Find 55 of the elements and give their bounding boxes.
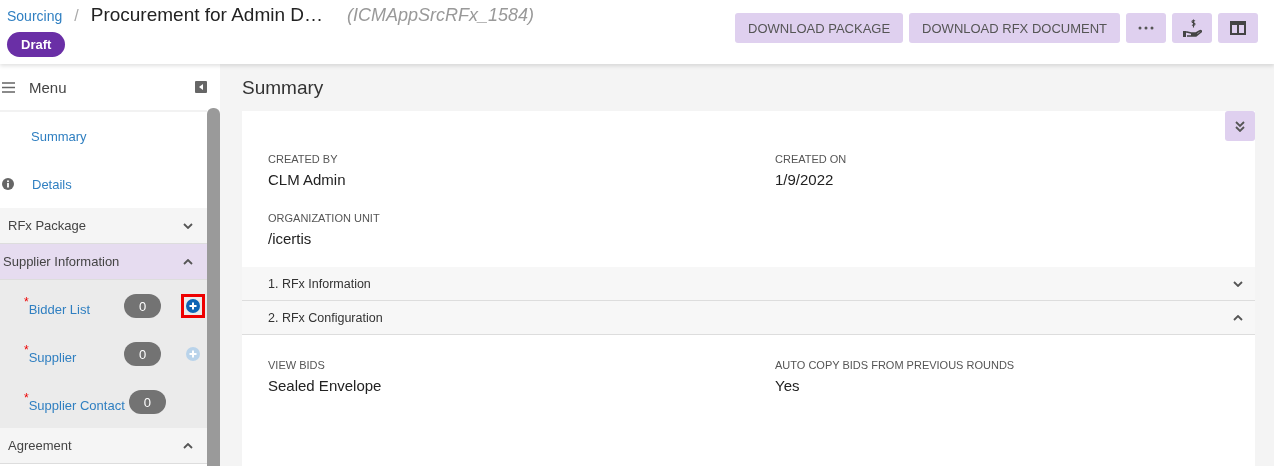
section-label: RFx Package (8, 218, 87, 233)
count-badge: 0 (128, 390, 166, 414)
field-label: ORGANIZATION UNIT (268, 212, 381, 224)
section-label: Agreement (8, 438, 72, 453)
hand-dollar-icon (1182, 19, 1202, 37)
status-badge: Draft (7, 32, 66, 57)
columns-button[interactable] (1218, 13, 1258, 43)
record-id: (ICMAppSrcRFx_1584) (347, 5, 535, 26)
field-label: AUTO COPY BIDS FROM PREVIOUS ROUNDS (775, 359, 1016, 371)
expand-all-button[interactable] (1225, 111, 1255, 141)
field-value: CLM Admin (268, 171, 347, 188)
menu-section[interactable]: RFx Package (0, 208, 207, 244)
breadcrumb-link[interactable]: Sourcing (7, 8, 63, 24)
menu-section[interactable]: Agreement (0, 428, 207, 464)
chevron-up-icon[interactable] (183, 258, 193, 265)
chevron-up-icon[interactable] (183, 442, 193, 449)
accordion-label: 2. RFx Configuration (268, 310, 383, 325)
more-icon (1138, 26, 1154, 30)
collapse-icon[interactable] (195, 81, 207, 93)
required-mark: * (24, 391, 29, 404)
count-badge: 0 (124, 294, 161, 318)
hand-dollar-button[interactable] (1172, 13, 1212, 43)
field-label: CREATED BY (268, 153, 339, 165)
accordion-header[interactable]: 2. RFx Configuration (242, 301, 1255, 335)
field-value: /icertis (268, 230, 313, 247)
required-mark: * (24, 343, 29, 356)
section-label: Supplier Information (3, 254, 120, 269)
chevron-down-icon[interactable] (1233, 280, 1243, 287)
action-button[interactable]: DOWNLOAD RFX DOCUMENT (909, 13, 1120, 43)
chevron-up-icon[interactable] (1233, 314, 1243, 321)
page-title: Procurement for Admin D… (90, 4, 324, 26)
field-value: 1/9/2022 (775, 171, 835, 188)
menu-icon[interactable] (2, 81, 15, 93)
count-badge: 0 (124, 342, 161, 366)
field-value: Yes (775, 377, 801, 394)
action-button[interactable]: DOWNLOAD PACKAGE (735, 13, 904, 43)
accordion-label: 1. RFx Information (268, 276, 371, 291)
section-title: Summary (242, 77, 325, 99)
field-label: CREATED ON (775, 153, 848, 165)
nav-link[interactable]: Details (32, 176, 72, 192)
menu-section[interactable]: Supplier Information (0, 244, 207, 280)
accordion-header[interactable]: 1. RFx Information (242, 267, 1255, 301)
menu-link[interactable]: Supplier Contact (28, 391, 125, 413)
scrollbar-thumb[interactable] (207, 108, 220, 466)
field-value: Sealed Envelope (268, 377, 383, 394)
menu-link[interactable]: Bidder List (28, 295, 91, 317)
breadcrumb-separator: / (74, 7, 79, 25)
double-chevron-icon (1235, 120, 1245, 132)
columns-icon (1230, 21, 1246, 35)
chevron-down-icon[interactable] (183, 222, 193, 229)
field-label: VIEW BIDS (268, 359, 326, 371)
menu-title: Menu (29, 78, 68, 96)
required-mark: * (24, 295, 29, 308)
nav-link[interactable]: Summary (31, 128, 87, 144)
add-icon[interactable] (186, 299, 200, 313)
